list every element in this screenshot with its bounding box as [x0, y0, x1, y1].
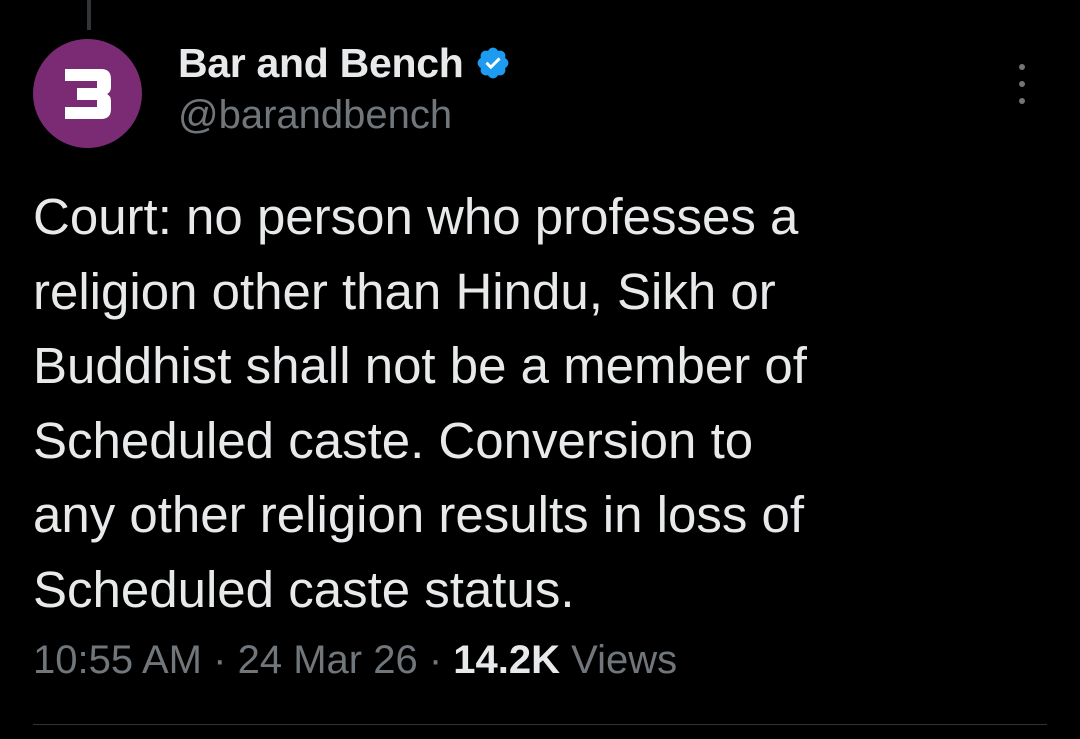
tweet-header: Bar and Bench @barandbench: [178, 36, 511, 138]
divider: [33, 724, 1047, 725]
display-name[interactable]: Bar and Bench: [178, 40, 464, 87]
bar-and-bench-logo: [64, 68, 111, 119]
tweet-text-line: Scheduled caste status.: [33, 560, 575, 618]
more-dot: [1019, 81, 1025, 87]
tweet-text-line: Buddhist shall not be a member of: [33, 337, 807, 394]
avatar[interactable]: [33, 39, 142, 148]
meta-separator: ·: [428, 638, 443, 682]
tweet-text-line: religion other than Hindu, Sikh or: [33, 262, 776, 320]
tweet-text-line: Court: no person who professes a: [33, 188, 799, 245]
tweet-text-line: any other religion results in loss of: [33, 486, 805, 543]
name-row: Bar and Bench: [178, 36, 511, 90]
verified-badge-icon[interactable]: [475, 45, 511, 81]
tweet-text-line: Scheduled caste. Conversion to: [33, 411, 754, 469]
meta-separator: ·: [213, 638, 227, 682]
tweet-meta: 10:55 AM · 24 Mar 26 · 14.2K Views: [33, 638, 677, 683]
view-count[interactable]: 14.2K: [453, 638, 560, 682]
tweet-time[interactable]: 10:55 AM: [33, 638, 202, 682]
more-options-icon[interactable]: [1012, 64, 1032, 104]
tweet-text: Court: no person who professes a religio…: [33, 180, 1043, 627]
more-dot: [1019, 98, 1025, 104]
more-dot: [1019, 64, 1025, 70]
views-label[interactable]: Views: [571, 638, 677, 682]
tweet-date[interactable]: 24 Mar 26: [238, 638, 418, 682]
user-handle[interactable]: @barandbench: [178, 93, 511, 138]
thread-connector-line: [87, 0, 91, 30]
